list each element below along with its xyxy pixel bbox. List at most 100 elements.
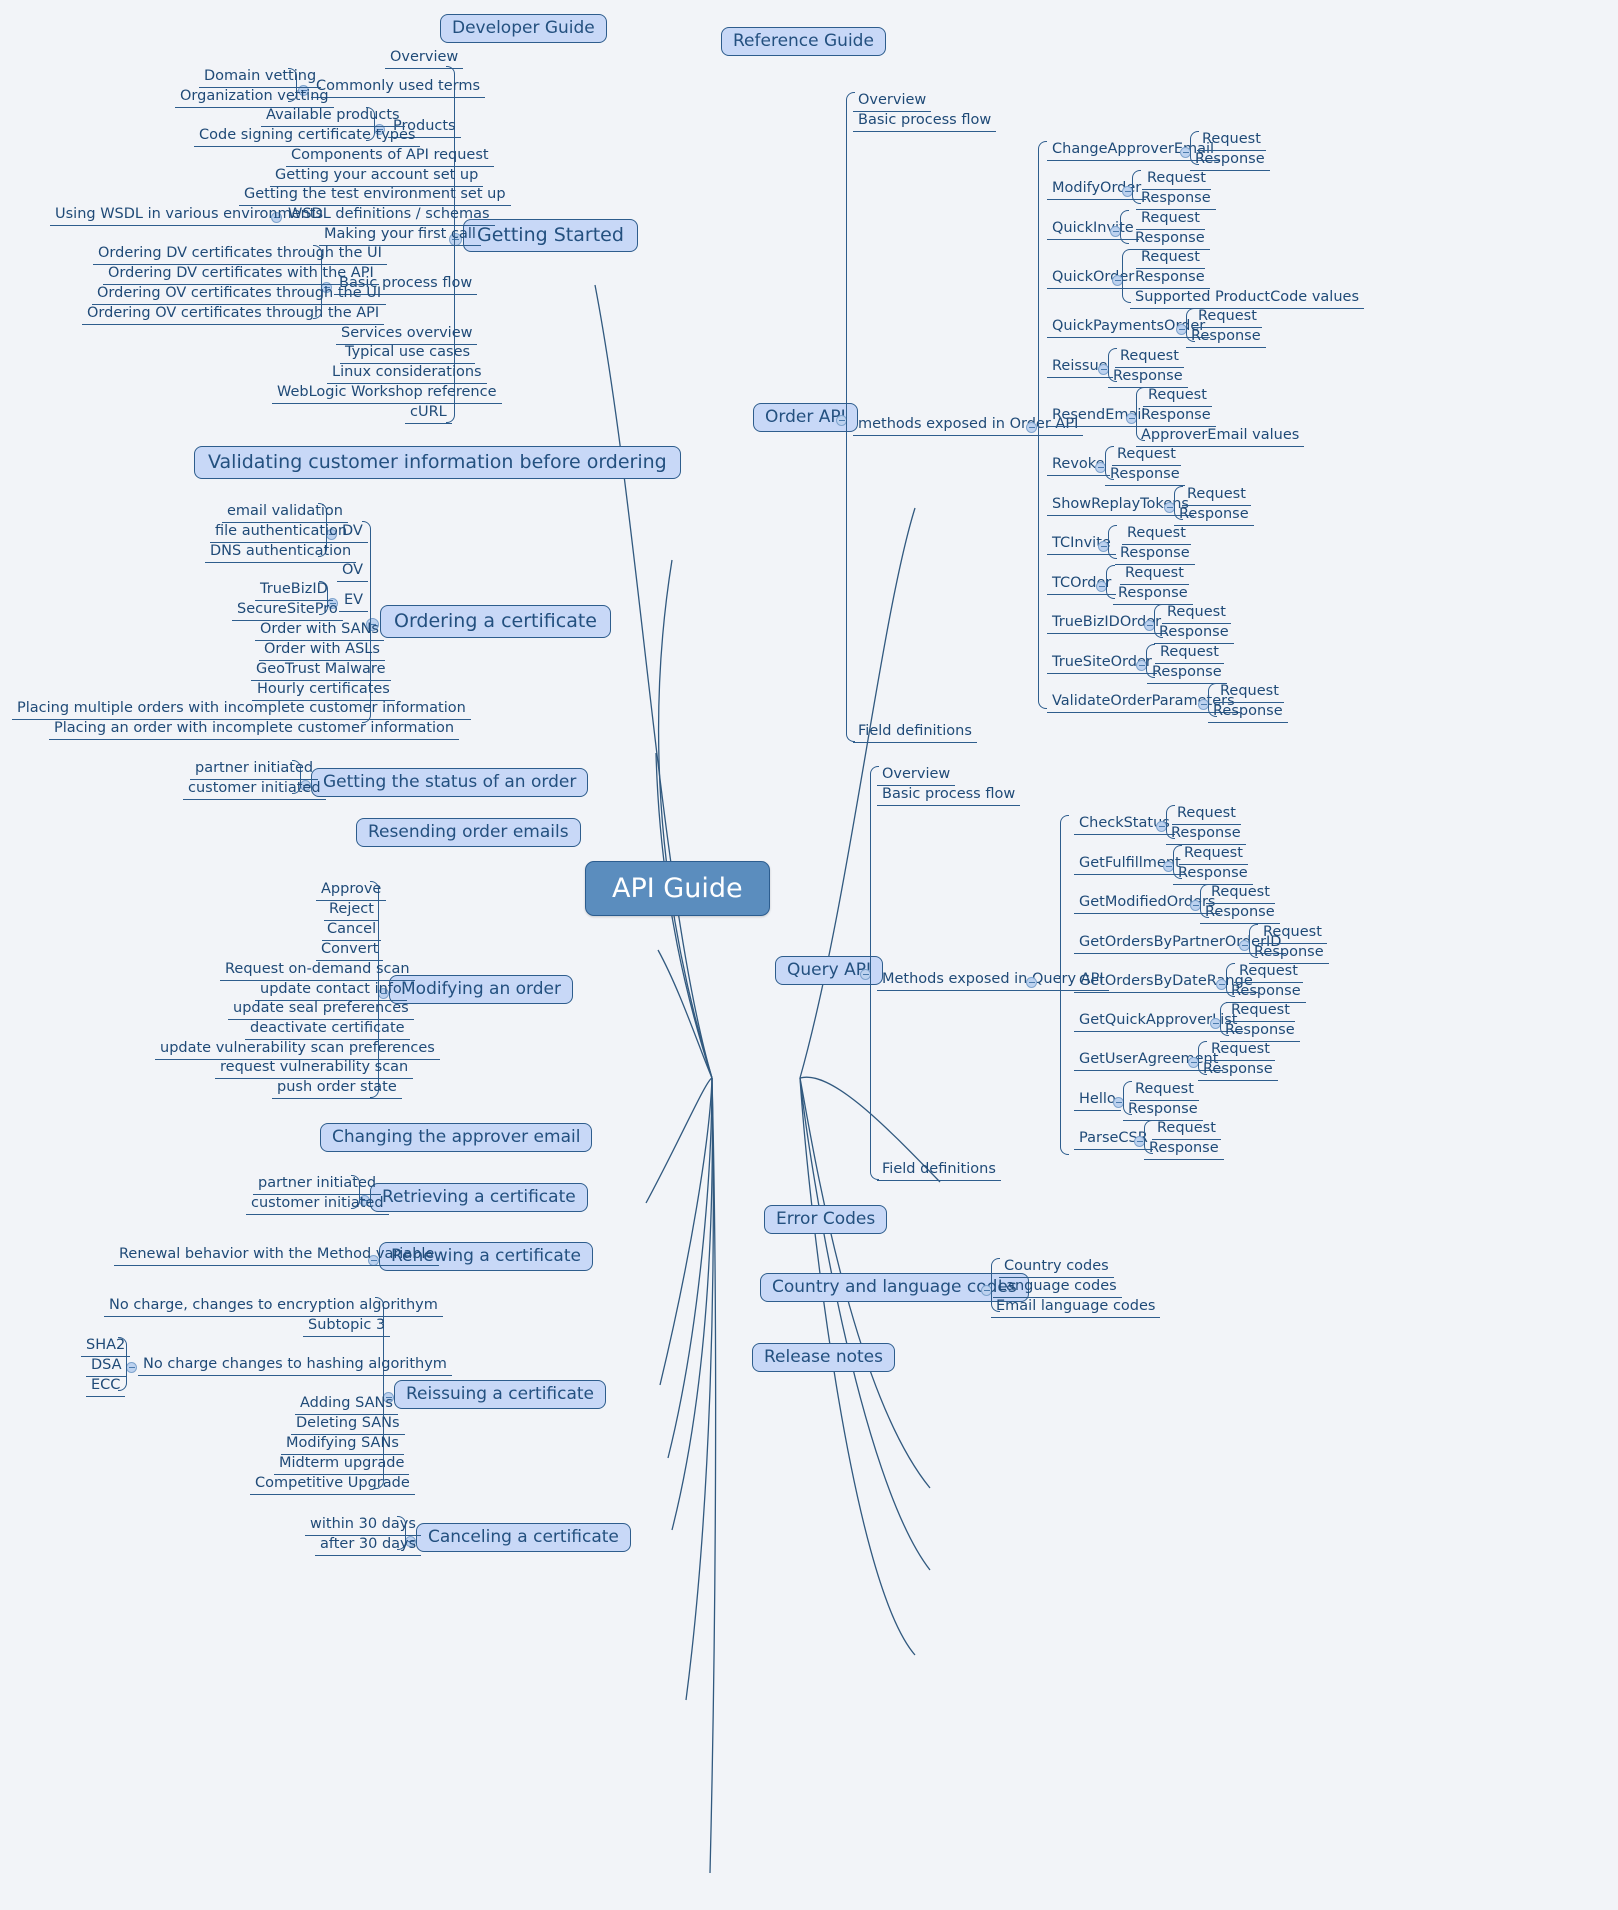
ev-child-truebizid[interactable]: TrueBizID (255, 581, 333, 601)
op-response[interactable]: Response (1198, 1061, 1278, 1081)
hash-child-dsa[interactable]: DSA (86, 1357, 127, 1377)
op-request[interactable]: Request (1136, 210, 1205, 230)
branch-modifying-order[interactable]: Modifying an order (389, 975, 573, 1004)
op-response[interactable]: Response (1166, 825, 1246, 845)
op-response[interactable]: Response (1113, 585, 1193, 605)
mod-child-update-contact-info[interactable]: update contact info (255, 981, 407, 1001)
reis-child-modifying-sans[interactable]: Modifying SANs (281, 1435, 404, 1455)
op-request[interactable]: Request (1193, 308, 1262, 328)
op-request[interactable]: Request (1206, 1041, 1275, 1061)
clc-child-language-codes[interactable]: Language codes (993, 1278, 1122, 1298)
op-response[interactable]: Response (1136, 190, 1216, 210)
reis-child-subtopic-3[interactable]: Subtopic 3 (303, 1317, 391, 1337)
op-response[interactable]: Response (1130, 269, 1210, 289)
op-response[interactable]: Response (1105, 466, 1185, 486)
mod-child-request-on-demand-scan[interactable]: Request on-demand scan (220, 961, 415, 981)
retr-child-customer-initiated[interactable]: customer initiated (246, 1195, 389, 1215)
cancel-child-within-30-days[interactable]: within 30 days (305, 1516, 421, 1536)
op-request[interactable]: Request (1162, 604, 1231, 624)
gs-child-test-environment[interactable]: Getting the test environment set up (239, 186, 511, 206)
mod-child-approve[interactable]: Approve (316, 881, 387, 901)
op-response[interactable]: Response (1108, 368, 1188, 388)
op-response[interactable]: Response (1208, 703, 1288, 723)
retr-child-partner-initiated[interactable]: partner initiated (253, 1175, 382, 1195)
op-response[interactable]: Response (1123, 1101, 1203, 1121)
op-response[interactable]: Response (1173, 865, 1253, 885)
op-response[interactable]: Response (1147, 664, 1227, 684)
branch-retrieving-certificate[interactable]: Retrieving a certificate (370, 1183, 588, 1212)
op-request[interactable]: Request (1122, 525, 1191, 545)
op-response[interactable]: Response (1174, 506, 1254, 526)
op-request[interactable]: Request (1206, 884, 1275, 904)
branch-validating-customer-info[interactable]: Validating customer information before o… (194, 446, 681, 479)
branch-canceling-certificate[interactable]: Canceling a certificate (416, 1523, 631, 1552)
op-request[interactable]: Request (1152, 1120, 1221, 1140)
qapi-child-overview[interactable]: Overview (877, 766, 956, 786)
op-approveremail-values[interactable]: ApproverEmail values (1136, 427, 1305, 447)
branch-reissuing-certificate[interactable]: Reissuing a certificate (394, 1380, 607, 1409)
gs-child-curl[interactable]: cURL (405, 404, 452, 424)
mod-child-request-vuln-scan[interactable]: request vulnerability scan (215, 1059, 414, 1079)
op-response[interactable]: Response (1115, 545, 1195, 565)
op-request[interactable]: Request (1136, 249, 1205, 269)
clc-child-email-language-codes[interactable]: Email language codes (991, 1298, 1161, 1318)
mod-child-push-order-state[interactable]: push order state (272, 1079, 402, 1099)
gs-child-overview[interactable]: Overview (385, 49, 464, 69)
op-request[interactable]: Request (1215, 683, 1284, 703)
ord-child-order-with-asls[interactable]: Order with ASLs (259, 641, 385, 661)
bpf-child-dv-api[interactable]: Ordering DV certificates with the API (103, 265, 379, 285)
products-child-code-signing-types[interactable]: Code signing certificate types (194, 127, 421, 147)
oapi-child-field-definitions[interactable]: Field definitions (853, 723, 977, 743)
op-request[interactable]: Request (1130, 1081, 1199, 1101)
branch-release-notes[interactable]: Release notes (752, 1343, 895, 1372)
reis-child-no-charge-hashing[interactable]: No charge changes to hashing algorithym (138, 1356, 452, 1376)
op-response[interactable]: Response (1154, 624, 1234, 644)
hash-child-ecc[interactable]: ECC (86, 1377, 126, 1397)
ord-child-ov[interactable]: OV (337, 562, 369, 582)
toggle-query-api-methods[interactable] (1026, 977, 1037, 988)
op-response[interactable]: Response (1190, 151, 1270, 171)
op-request[interactable]: Request (1197, 131, 1266, 151)
dv-child-dns-authentication[interactable]: DNS authentication (205, 543, 357, 563)
ord-child-order-with-sans[interactable]: Order with SANs (255, 621, 384, 641)
branch-resending-order-emails[interactable]: Resending order emails (356, 818, 581, 847)
gs-child-making-first-call[interactable]: Making your first call (319, 226, 481, 246)
reis-child-deleting-sans[interactable]: Deleting SANs (291, 1415, 405, 1435)
ord-child-placing-multiple-orders[interactable]: Placing multiple orders with incomplete … (12, 700, 471, 720)
reis-child-no-charge-encryption[interactable]: No charge, changes to encryption algorit… (104, 1297, 443, 1317)
gs-child-account-setup[interactable]: Getting your account set up (270, 167, 484, 187)
op-request[interactable]: Request (1120, 565, 1189, 585)
mod-child-reject[interactable]: Reject (324, 901, 379, 921)
qapi-child-field-definitions[interactable]: Field definitions (877, 1161, 1001, 1181)
mod-child-update-vuln-scan-prefs[interactable]: update vulnerability scan preferences (155, 1040, 440, 1060)
dv-child-file-authentication[interactable]: file authentication (210, 523, 353, 543)
ord-child-ev[interactable]: EV (339, 592, 369, 612)
gs-child-services-overview[interactable]: Services overview (336, 325, 478, 345)
bpf-child-ov-api[interactable]: Ordering OV certificates through the API (82, 305, 385, 325)
clc-child-country-codes[interactable]: Country codes (999, 1258, 1114, 1278)
op-response[interactable]: Response (1226, 983, 1306, 1003)
op-response[interactable]: Response (1130, 230, 1210, 250)
ord-child-hourly-certificates[interactable]: Hourly certificates (252, 681, 395, 701)
products-child-available-products[interactable]: Available products (261, 107, 405, 127)
toggle-hashing[interactable] (126, 1362, 137, 1373)
gs-child-linux-considerations[interactable]: Linux considerations (327, 364, 487, 384)
op-response[interactable]: Response (1249, 944, 1329, 964)
op-request[interactable]: Request (1179, 845, 1248, 865)
op-request[interactable]: Request (1172, 805, 1241, 825)
op-request[interactable]: Request (1112, 446, 1181, 466)
oapi-child-overview[interactable]: Overview (853, 92, 932, 112)
renew-child-renewal-behavior[interactable]: Renewal behavior with the Method variabl… (114, 1246, 440, 1266)
ord-child-placing-an-order[interactable]: Placing an order with incomplete custome… (49, 720, 460, 740)
op-request[interactable]: Request (1155, 644, 1224, 664)
mod-child-convert[interactable]: Convert (316, 941, 384, 961)
branch-ordering-certificate[interactable]: Ordering a certificate (380, 605, 611, 638)
op-request[interactable]: Request (1142, 170, 1211, 190)
reis-child-competitive-upgrade[interactable]: Competitive Upgrade (250, 1475, 415, 1495)
mod-child-cancel[interactable]: Cancel (322, 921, 382, 941)
cut-child-organization-vetting[interactable]: Organization vetting (175, 88, 334, 108)
hash-child-sha2[interactable]: SHA2 (81, 1337, 131, 1357)
mod-child-update-seal-preferences[interactable]: update seal preferences (228, 1000, 414, 1020)
op-response[interactable]: Response (1186, 328, 1266, 348)
bpf-child-ov-ui[interactable]: Ordering OV certificates through the UI (92, 285, 387, 305)
